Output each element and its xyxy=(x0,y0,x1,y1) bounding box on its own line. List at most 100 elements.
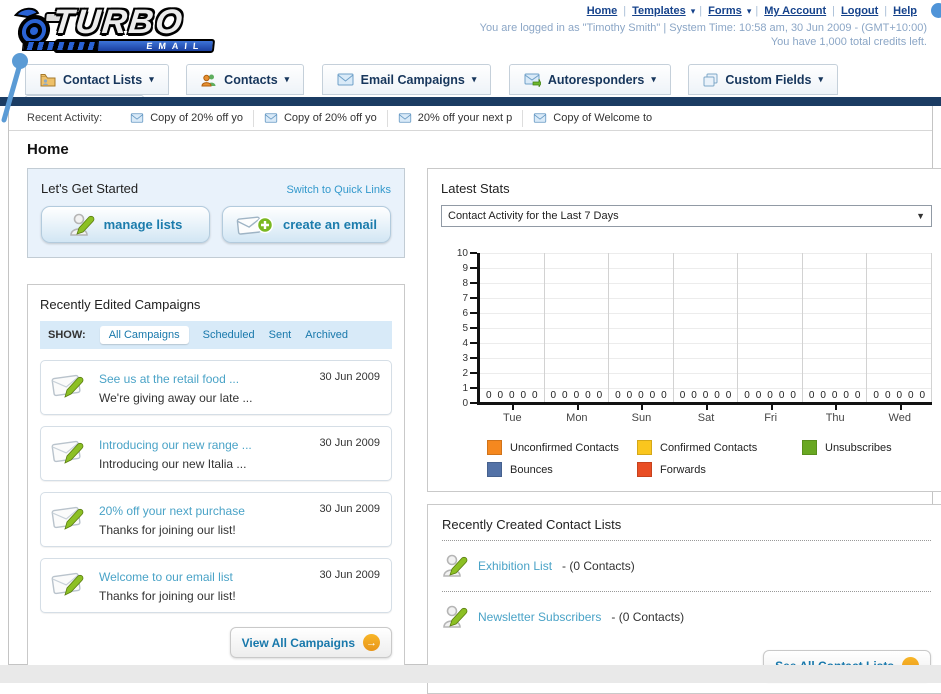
chevron-down-icon: ▾ xyxy=(149,74,154,84)
campaign-title-link[interactable]: See us at the retail food ... xyxy=(99,372,239,386)
recent-activity-text: Copy of Welcome to xyxy=(553,112,653,124)
x-tick-mark xyxy=(770,405,773,410)
envelope-icon xyxy=(398,113,411,123)
link-my-account[interactable]: My Account xyxy=(764,5,826,17)
turbo-email-logo: TURBO EMAIL xyxy=(7,3,243,59)
contact-list-link[interactable]: Newsletter Subscribers xyxy=(478,610,601,624)
navy-divider-bar xyxy=(0,97,941,106)
tab-custom-fields[interactable]: Custom Fields ▾ xyxy=(688,64,839,95)
bar-value-label: 0 xyxy=(873,390,879,401)
link-logout[interactable]: Logout xyxy=(841,5,878,17)
contact-list-link[interactable]: Exhibition List xyxy=(478,559,552,573)
legend-swatch xyxy=(637,440,652,455)
chart-day-group: 00000 xyxy=(803,253,868,402)
main-navigation: Contact Lists ▾ Contacts ▾ Email Campaig… xyxy=(0,64,941,126)
tab-email-campaigns[interactable]: Email Campaigns ▾ xyxy=(321,64,492,95)
filter-archived[interactable]: Archived xyxy=(305,329,348,341)
chart-day-group: 00000 xyxy=(867,253,933,402)
filter-all-campaigns[interactable]: All Campaigns xyxy=(99,326,189,344)
campaign-card[interactable]: 20% off your next purchase Thanks for jo… xyxy=(40,492,392,547)
pin-decoration xyxy=(1,53,28,123)
x-tick-mark xyxy=(576,405,579,410)
create-email-button[interactable]: create an email xyxy=(222,206,391,243)
contacts-icon xyxy=(201,74,216,86)
campaign-subtitle: Introducing our new Italia ... xyxy=(99,457,247,471)
get-started-panel: Let's Get Started Switch to Quick Links … xyxy=(27,168,405,258)
brand-title: TURBO xyxy=(50,3,186,41)
tab-label: Contact Lists xyxy=(63,72,143,87)
tab-label: Custom Fields xyxy=(725,72,812,87)
link-templates[interactable]: Templates xyxy=(632,5,686,17)
x-day-label: Mon xyxy=(545,405,610,424)
arrow-right-icon: → xyxy=(363,634,380,651)
tab-label: Email Campaigns xyxy=(360,72,465,87)
dotted-divider xyxy=(442,591,931,592)
y-tick-label: 1 xyxy=(462,383,468,394)
bar-value-label: 0 xyxy=(497,390,504,401)
switch-quick-links[interactable]: Switch to Quick Links xyxy=(286,184,391,196)
campaign-subtitle: We're giving away our late ... xyxy=(99,391,253,405)
bar-value-label: 0 xyxy=(638,390,644,401)
chevron-down-icon: ▾ xyxy=(471,74,477,84)
y-tick-mark xyxy=(470,372,477,374)
y-tick-mark xyxy=(470,402,477,404)
legend-item: Unconfirmed Contacts xyxy=(487,440,637,455)
manage-lists-label: manage lists xyxy=(103,217,183,232)
page-title: Home xyxy=(27,141,69,158)
campaign-subtitle: Thanks for joining our list! xyxy=(99,523,236,537)
campaign-title-link[interactable]: Welcome to our email list xyxy=(99,570,233,584)
y-tick-label: 10 xyxy=(456,248,468,259)
recent-activity-item[interactable]: Copy of 20% off yo xyxy=(120,109,254,127)
tab-autoresponders[interactable]: Autoresponders ▾ xyxy=(508,64,671,95)
campaign-title-link[interactable]: 20% off your next purchase xyxy=(99,504,245,518)
chevron-down-icon: ▼ xyxy=(916,211,925,221)
link-forms[interactable]: Forms xyxy=(708,5,742,17)
link-home[interactable]: Home xyxy=(587,5,618,17)
campaign-card[interactable]: Welcome to our email list Thanks for joi… xyxy=(40,558,392,613)
chart-y-axis: 10 9 8 7 6 5 4 3 2 1 0 xyxy=(447,249,477,409)
campaign-title-link[interactable]: Introducing our new range ... xyxy=(99,438,252,452)
recent-activity-item[interactable]: Copy of 20% off yo xyxy=(254,109,388,127)
view-all-campaigns-label: View All Campaigns xyxy=(241,635,355,650)
y-tick-mark xyxy=(470,342,477,344)
y-tick-label: 4 xyxy=(462,338,468,349)
link-help[interactable]: Help xyxy=(893,5,917,17)
person-pencil-icon xyxy=(69,213,94,236)
tab-contacts[interactable]: Contacts ▾ xyxy=(186,64,305,95)
bar-value-label: 0 xyxy=(767,390,773,401)
bar-value-label: 0 xyxy=(843,390,849,401)
filter-sent[interactable]: Sent xyxy=(269,329,292,341)
show-label: SHOW: xyxy=(48,329,86,341)
filter-scheduled[interactable]: Scheduled xyxy=(203,329,255,341)
bar-value-label: 0 xyxy=(508,390,515,401)
legend-item: Unsubscribes xyxy=(802,440,932,455)
manage-lists-button[interactable]: manage lists xyxy=(41,206,210,243)
stats-period-select[interactable]: Contact Activity for the Last 7 Days ▼ xyxy=(441,205,932,227)
chart-day-group: 00000 xyxy=(480,253,545,402)
bar-value-label: 0 xyxy=(854,390,861,401)
bar-value-label: 0 xyxy=(919,390,926,401)
chevron-down-icon: ▾ xyxy=(746,6,752,16)
tab-contact-lists[interactable]: Contact Lists ▾ xyxy=(25,64,169,95)
chevron-down-icon: ▾ xyxy=(818,74,824,84)
legend-label: Unconfirmed Contacts xyxy=(510,441,619,454)
chevron-down-icon: ▾ xyxy=(690,6,696,16)
x-tick-mark xyxy=(835,405,838,410)
header: TURBO EMAIL Home | Templates ▾ | Forms ▾ | My … xyxy=(0,0,941,62)
contact-list-count: - (0 Contacts) xyxy=(611,610,685,624)
legend-label: Forwards xyxy=(660,463,706,476)
y-tick-label: 6 xyxy=(462,308,468,319)
x-day-label: Tue xyxy=(480,405,545,424)
x-tick-mark xyxy=(706,405,709,410)
campaign-card[interactable]: See us at the retail food ... We're givi… xyxy=(40,360,392,415)
recent-activity-item[interactable]: 20% off your next p xyxy=(388,109,524,127)
contact-list-item: Newsletter Subscribers - (0 Contacts) xyxy=(442,600,931,634)
y-tick-label: 7 xyxy=(462,293,468,304)
recent-activity-item[interactable]: Copy of Welcome to xyxy=(523,110,662,127)
campaign-card[interactable]: Introducing our new range ... Introducin… xyxy=(40,426,392,481)
y-tick-label: 5 xyxy=(462,323,468,334)
recent-activity-text: Copy of 20% off yo xyxy=(150,112,243,124)
y-tick-mark xyxy=(470,297,477,299)
view-all-campaigns-button[interactable]: View All Campaigns → xyxy=(229,627,392,658)
recent-activity-label: Recent Activity: xyxy=(27,112,103,124)
